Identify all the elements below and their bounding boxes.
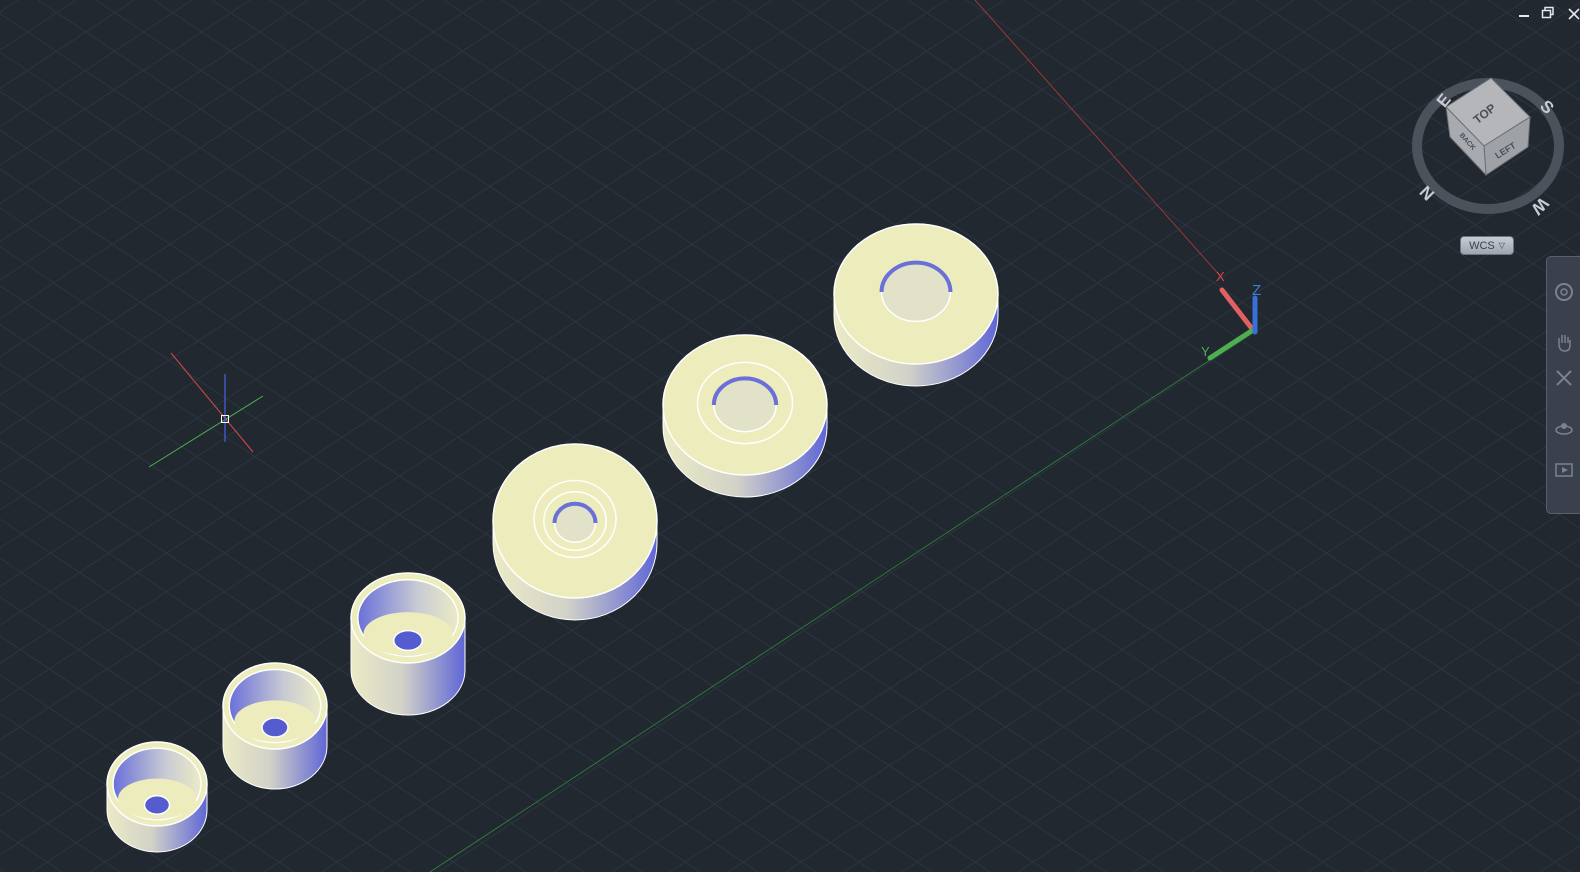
showmotion-icon (1555, 463, 1573, 477)
crosshair-cursor (148, 352, 264, 468)
solid-1[interactable] (106, 741, 208, 853)
navigation-bar[interactable] (1546, 256, 1580, 514)
close-button[interactable] (1566, 6, 1580, 20)
solid-3[interactable] (350, 572, 466, 716)
orbit-icon (1555, 423, 1573, 435)
solid-6[interactable] (833, 223, 999, 387)
steering-wheel-icon (1555, 283, 1573, 301)
zoom-tool[interactable] (1551, 365, 1577, 391)
ucs-icon[interactable]: X Y Z (1201, 269, 1261, 361)
solid-5[interactable] (662, 334, 828, 498)
wcs-dropdown[interactable]: WCS ▽ (1460, 236, 1514, 255)
ucs-y-label: Y (1201, 344, 1210, 359)
ucs-z-label: Z (1252, 282, 1261, 299)
minimize-icon (1519, 15, 1529, 17)
model-space[interactable]: X Y Z TOP LEFT BACK E S N W (0, 0, 1580, 872)
restore-icon (1541, 6, 1554, 19)
minimize-button[interactable] (1517, 6, 1531, 20)
pan-tool[interactable] (1551, 329, 1577, 355)
orbit-tool[interactable] (1551, 415, 1577, 441)
showmotion-tool[interactable] (1551, 457, 1577, 483)
zoom-icon (1556, 370, 1572, 386)
chevron-down-icon: ▽ (1498, 241, 1505, 250)
wcs-label: WCS (1469, 239, 1495, 252)
steering-wheel-tool[interactable] (1551, 279, 1577, 305)
drawing-viewport[interactable]: X Y Z TOP LEFT BACK E S N W WCS ▽ (0, 0, 1580, 872)
solid-2[interactable] (222, 662, 328, 790)
solid-4[interactable] (492, 443, 658, 621)
close-icon (1568, 8, 1580, 20)
viewcube[interactable]: TOP LEFT BACK E S N W (1412, 77, 1564, 219)
ucs-x-label: X (1216, 269, 1225, 284)
restore-button[interactable] (1541, 6, 1555, 20)
world-x-axis-line (974, 0, 1223, 279)
pan-icon (1558, 335, 1571, 352)
